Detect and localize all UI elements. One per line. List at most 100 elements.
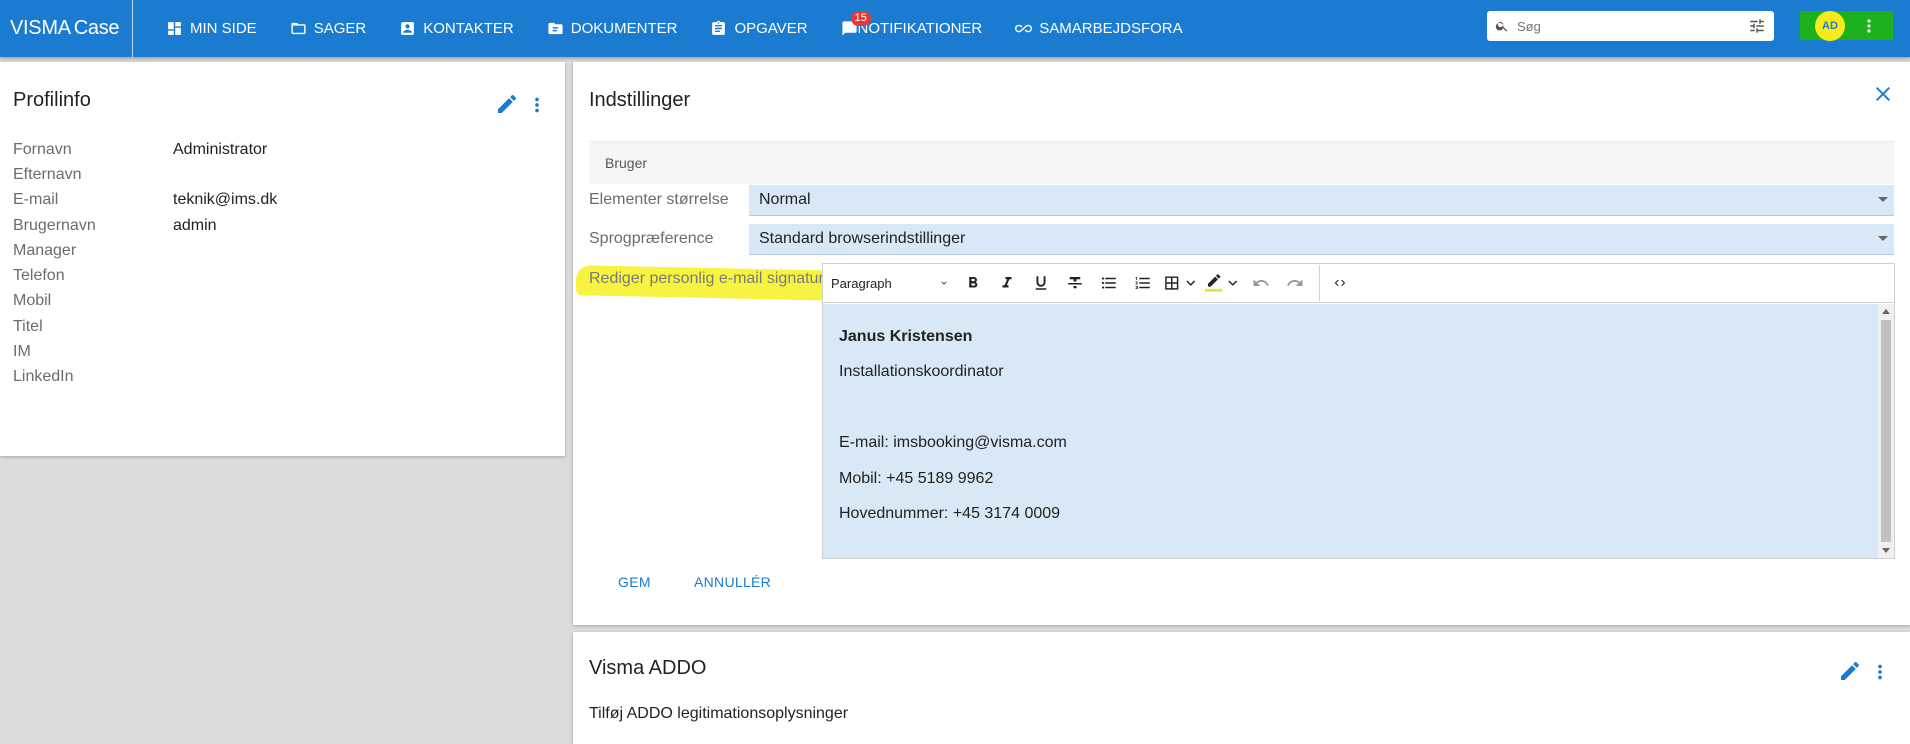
language-select[interactable]: Standard browserindstillinger [749,223,1894,255]
more-vert-icon [1878,664,1882,680]
setting-element-size: Elementer størrelse Normal [589,184,1894,216]
dashboard-icon [168,22,181,35]
search-box [1487,11,1774,41]
field-value: Administrator [173,140,268,158]
save-button[interactable]: GEM [618,574,651,590]
folder-icon [291,22,306,35]
search-icon [1495,21,1508,32]
close-icon [1876,87,1890,101]
editor-scrollbar[interactable] [1878,304,1894,558]
nav-item-opgaver[interactable]: OPGAVER [710,0,808,57]
signature-content-area[interactable]: Janus Kristensen Installationskoordinato… [823,304,1878,558]
field-label: Manager [13,241,77,259]
field-label: LinkedIn [13,368,74,386]
nav-item-dokumenter[interactable]: DOKUMENTER [547,0,678,57]
cancel-button[interactable]: ANNULLÉR [694,574,771,590]
edit-profile-button[interactable] [495,92,519,121]
strikethrough-button[interactable] [1061,269,1089,297]
field-label: Brugernavn [13,216,96,234]
profile-field-manager: Manager [13,238,277,263]
profile-field-mobil: Mobil [13,289,277,314]
user-avatar[interactable]: AD [1815,10,1845,41]
clipboard-icon [712,20,726,35]
field-label: Mobil [13,292,52,310]
italic-button[interactable] [993,269,1021,297]
numbered-list-button[interactable] [1129,269,1157,297]
signature-line: E-mail: imsbooking@visma.com [839,434,1067,452]
nav-item-samarbejdsfora[interactable]: SAMARBEJDSFORA [1015,0,1183,57]
edit-addo-button[interactable] [1838,659,1862,688]
block-format-select[interactable]: Paragraph [831,276,953,291]
bold-button[interactable] [959,269,987,297]
undo-button[interactable] [1247,269,1275,297]
pencil-icon [498,94,517,113]
nav-label: DOKUMENTER [570,20,678,37]
select-value: Standard browserindstillinger [759,229,966,247]
addo-more-button[interactable] [1869,661,1891,688]
settings-panel: Indstillinger Bruger Elementer størrelse… [573,62,1910,625]
contact-card-icon [401,22,415,35]
main-nav: MIN SIDE SAGER KONTAKTER DOKUMENTER OPGA… [166,0,1216,57]
profile-field-im: IM [13,339,277,364]
field-value: admin [173,216,217,234]
notification-count-badge: 15 [850,11,871,26]
signature-line: Installationskoordinator [839,363,1004,381]
addo-description: Tilføj ADDO legitimationsoplysninger [589,705,849,722]
profile-field-efternavn: Efternavn [13,162,277,187]
setting-label: Elementer størrelse [589,191,729,208]
bullet-list-button[interactable] [1095,269,1123,297]
code-icon [1334,279,1346,287]
infinity-icon [1015,24,1033,33]
filter-settings-icon[interactable] [1748,17,1766,35]
field-label: Telefon [13,267,65,285]
scroll-up-arrow-icon[interactable] [1882,309,1890,314]
numbered-list-icon [1135,277,1150,289]
nav-item-min-side[interactable]: MIN SIDE [166,0,257,57]
nav-item-sager[interactable]: SAGER [290,0,366,57]
search-input[interactable] [1515,17,1748,35]
document-folder-icon [548,22,563,35]
signature-line: Janus Kristensen [839,328,973,345]
undo-icon [1253,279,1269,286]
element-size-select[interactable]: Normal [749,184,1894,216]
underline-button[interactable] [1027,269,1055,297]
profile-field-email: E-mail teknik@ims.dk [13,188,277,213]
chevron-down-icon [1227,280,1237,286]
dropdown-caret-icon [1878,235,1888,241]
strikethrough-icon [1068,277,1082,289]
nav-item-notifikationer[interactable]: 15 NOTIFIKATIONER [841,0,982,57]
bold-icon [969,277,978,288]
toolbar-divider [1319,265,1320,301]
select-value: Normal [759,190,811,208]
table-icon [1165,276,1179,290]
profile-field-linkedin: LinkedIn [13,365,277,390]
section-header-bruger: Bruger [589,141,1894,184]
redo-button[interactable] [1281,269,1309,297]
more-vert-icon [1867,18,1871,33]
close-settings-button[interactable] [1871,82,1895,111]
source-code-button[interactable] [1326,269,1354,297]
nav-label: SAMARBEJDSFORA [1039,20,1183,37]
signature-editor: Paragraph Janus Kristensen Installations… [822,263,1895,559]
italic-icon [1002,277,1012,288]
profile-field-list: Fornavn Administrator Efternavn E-mail tek… [13,137,277,390]
user-more-menu[interactable] [1866,16,1871,36]
profile-more-button[interactable] [526,94,548,121]
profile-field-fornavn: Fornavn Administrator [13,137,277,162]
highlight-color-button[interactable] [1205,269,1241,297]
pencil-icon [1841,661,1860,680]
signature-line: Hovednummer: +45 3174 0009 [839,504,1061,522]
nav-label: OPGAVER [734,20,808,37]
signature-line: Mobil: +45 5189 9962 [839,469,994,487]
scroll-down-arrow-icon[interactable] [1882,548,1890,553]
profile-field-brugernavn: Brugernavn admin [13,213,277,238]
block-format-value: Paragraph [831,275,892,291]
redo-icon [1287,279,1303,286]
table-button[interactable] [1163,269,1199,297]
scroll-thumb[interactable] [1881,320,1891,542]
field-value: teknik@ims.dk [173,191,278,209]
field-label: Fornavn [13,140,72,158]
panel-title: Indstillinger [589,89,691,111]
visma-case-logo[interactable]: VISMA Case [0,0,133,57]
nav-item-kontakter[interactable]: KONTAKTER [399,0,514,57]
